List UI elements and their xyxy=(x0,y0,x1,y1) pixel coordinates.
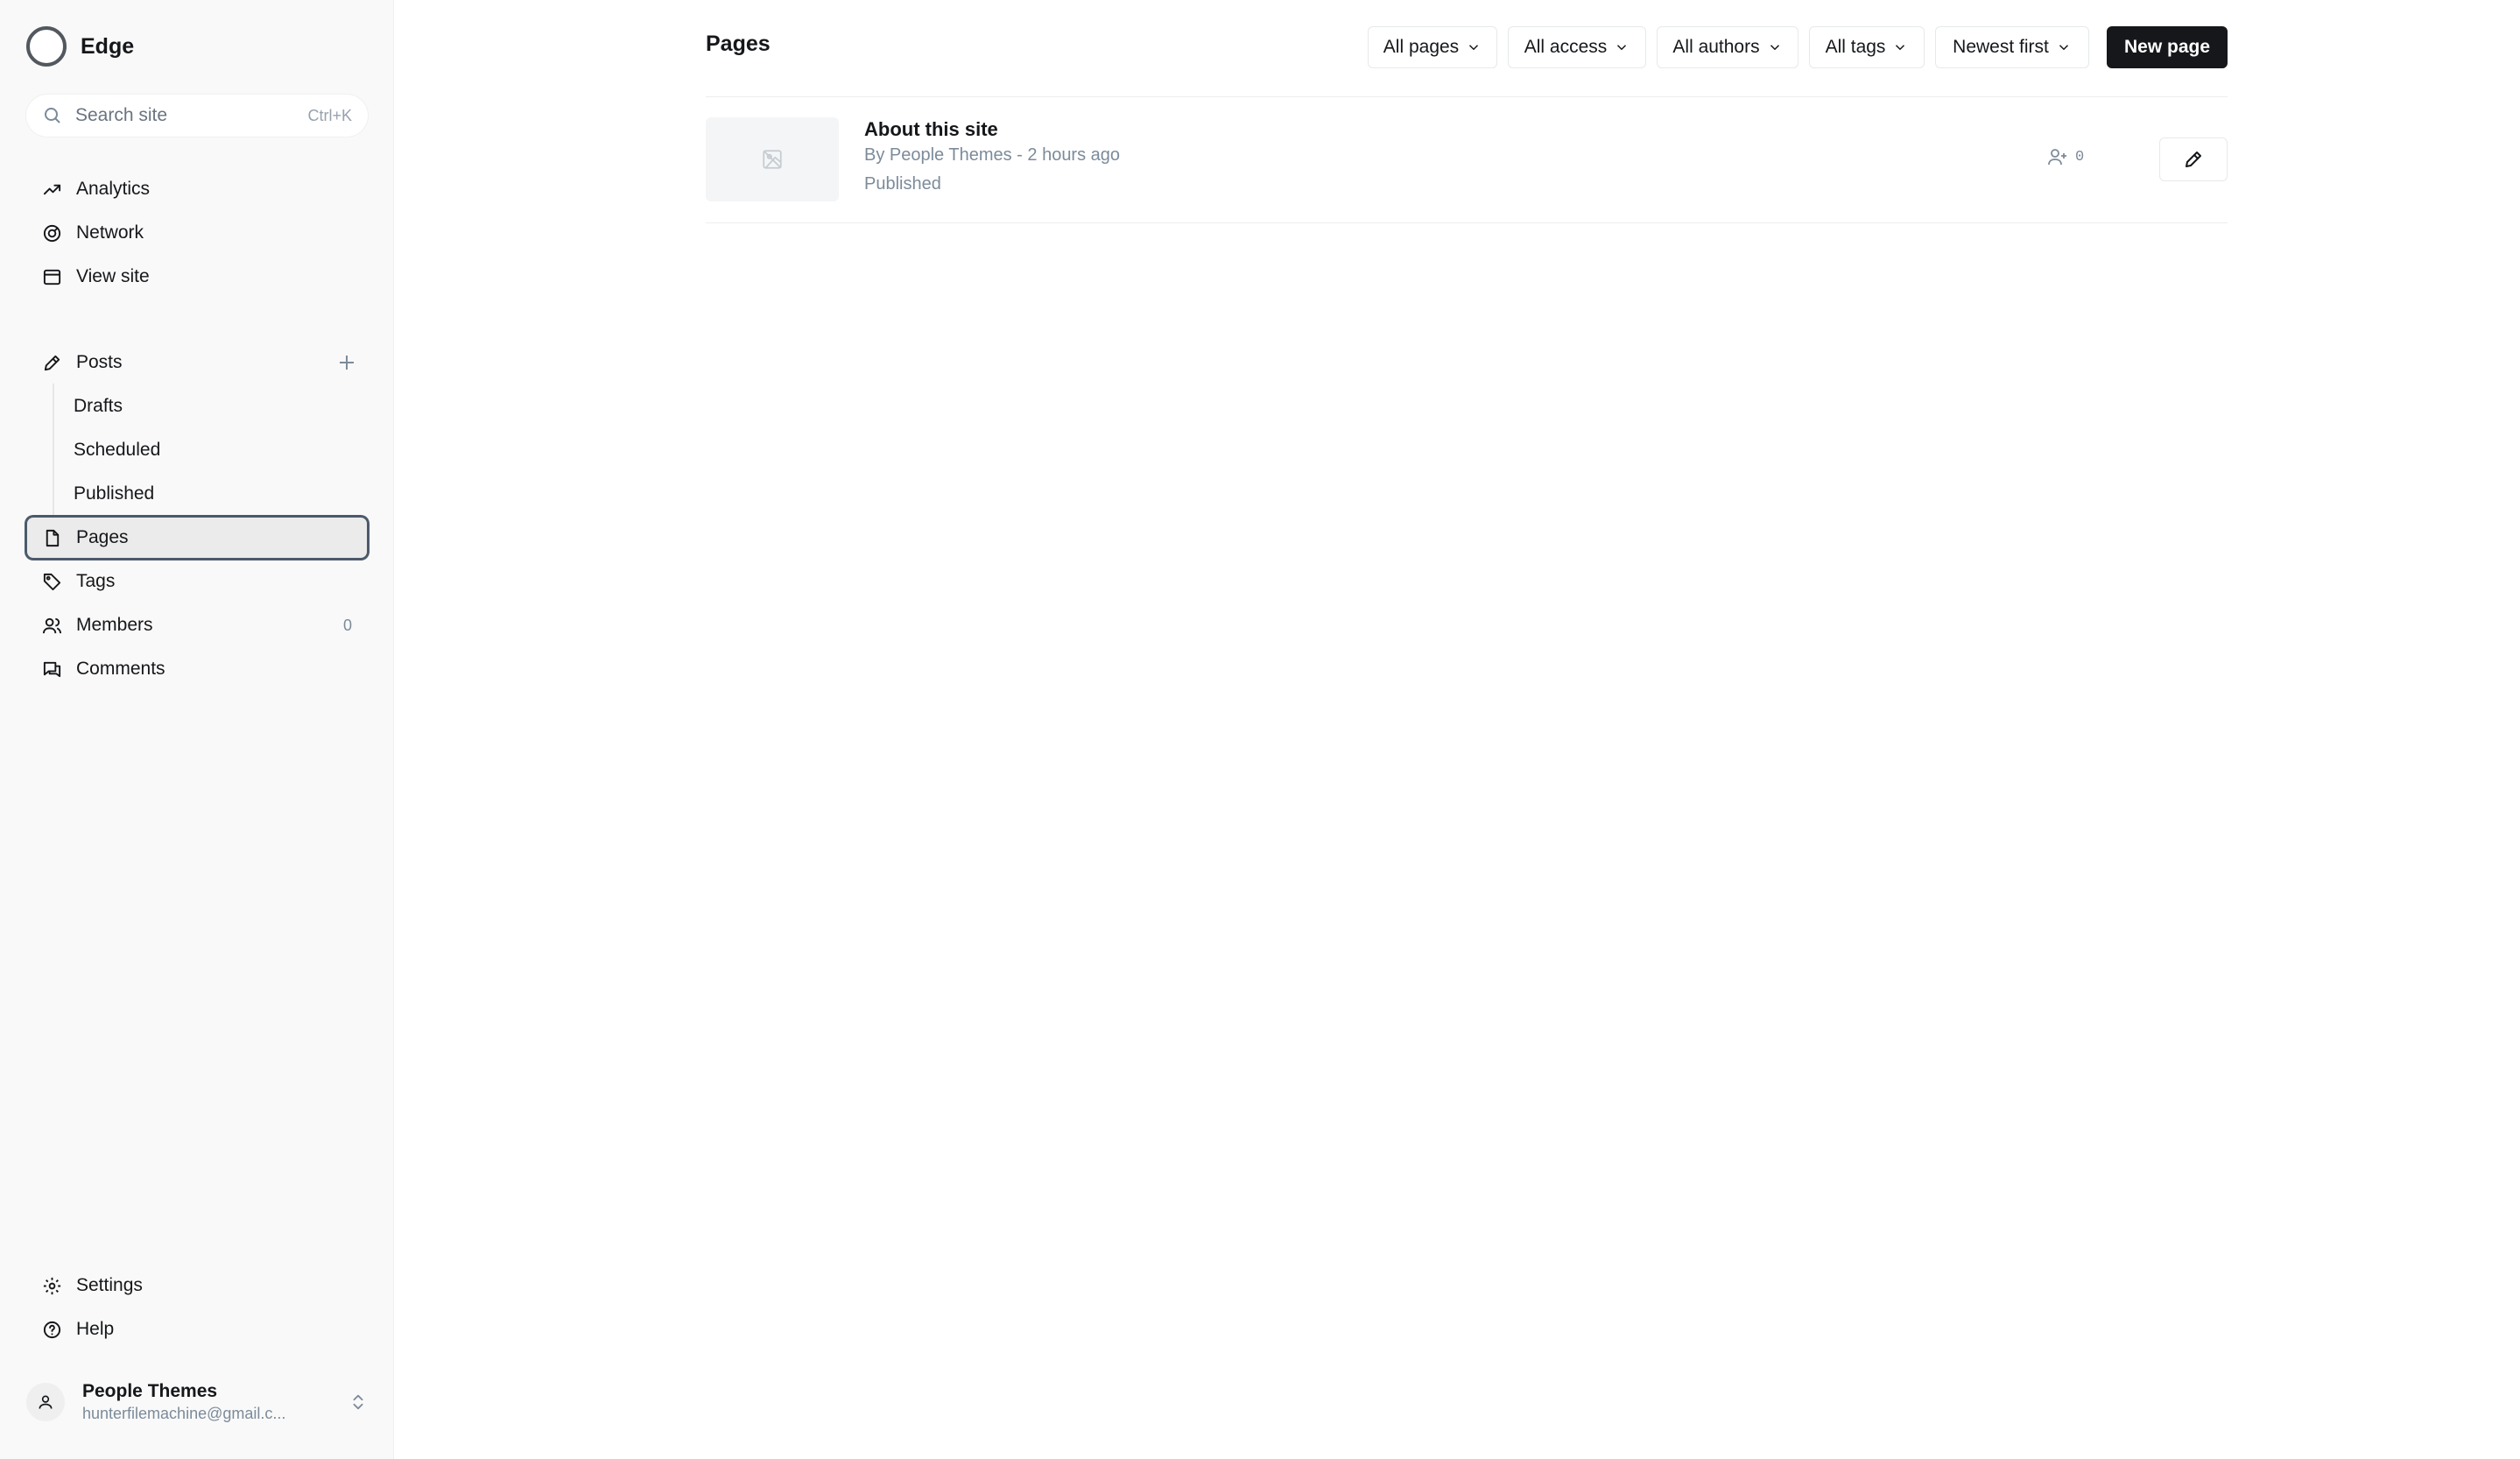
avatar xyxy=(26,1383,65,1421)
sidebar-item-analytics[interactable]: Analytics xyxy=(25,166,370,212)
network-icon xyxy=(42,223,62,243)
list-divider xyxy=(706,222,2228,223)
sidebar-item-label: Analytics xyxy=(76,179,151,199)
filter-tags-dropdown[interactable]: All tags xyxy=(1809,26,1925,68)
sidebar-item-label: Help xyxy=(76,1319,115,1339)
comments-icon xyxy=(42,659,62,680)
page-icon xyxy=(42,528,62,548)
members-count: 0 xyxy=(342,616,352,634)
sidebar-item-network[interactable]: Network xyxy=(25,210,370,256)
site-logo xyxy=(26,26,67,67)
chevron-up-down-icon xyxy=(348,1392,368,1412)
filter-label: All access xyxy=(1524,37,1608,57)
search-icon xyxy=(42,105,63,126)
search-input[interactable] xyxy=(75,105,308,126)
sidebar: Edge Ctrl+K Analytics Network View site … xyxy=(0,0,394,1459)
site-title: Edge xyxy=(81,33,135,59)
user-email: hunterfilemachine@gmail.c... xyxy=(82,1405,286,1422)
sidebar-item-label: Drafts xyxy=(74,396,123,416)
filter-authors-dropdown[interactable]: All authors xyxy=(1657,26,1798,68)
chevron-down-icon xyxy=(1466,39,1482,55)
members-count: 0 xyxy=(2075,148,2085,166)
pencil-icon xyxy=(42,353,62,373)
sidebar-item-label: Comments xyxy=(76,659,165,679)
sidebar-item-members[interactable]: Members 0 xyxy=(25,603,370,648)
page-title: Pages xyxy=(706,32,771,56)
filter-label: Newest first xyxy=(1953,37,2049,57)
sidebar-item-published[interactable]: Published xyxy=(25,471,370,517)
sidebar-item-label: Posts xyxy=(76,352,123,372)
sidebar-item-pages[interactable]: Pages xyxy=(25,515,370,560)
sidebar-item-label: Network xyxy=(76,222,144,243)
gear-icon xyxy=(42,1276,62,1296)
sidebar-item-drafts[interactable]: Drafts xyxy=(25,384,370,429)
sidebar-item-label: Pages xyxy=(76,527,129,547)
sidebar-item-label: View site xyxy=(76,266,150,286)
filter-access-dropdown[interactable]: All access xyxy=(1508,26,1646,68)
browser-window-icon xyxy=(42,267,62,287)
sidebar-item-settings[interactable]: Settings xyxy=(25,1263,370,1308)
sidebar-item-label: Published xyxy=(74,483,155,504)
page-item-meta: By People Themes - 2 hours ago xyxy=(864,145,1121,165)
trending-up-icon xyxy=(42,180,62,200)
sidebar-item-posts[interactable]: Posts xyxy=(25,340,370,385)
page-item-members: 0 xyxy=(2047,146,2084,167)
search-box[interactable]: Ctrl+K xyxy=(26,95,368,137)
site-brand[interactable]: Edge xyxy=(26,26,134,67)
chevron-down-icon xyxy=(1767,39,1783,55)
page-item-title[interactable]: About this site xyxy=(864,118,998,141)
sidebar-item-label: Members xyxy=(76,615,153,635)
chevron-down-icon xyxy=(2056,39,2072,55)
sidebar-item-view-site[interactable]: View site xyxy=(25,254,370,300)
filter-type-dropdown[interactable]: All pages xyxy=(1368,26,1497,68)
help-circle-icon xyxy=(42,1320,62,1340)
search-shortcut: Ctrl+K xyxy=(307,106,352,124)
sort-order-dropdown[interactable]: Newest first xyxy=(1935,26,2089,68)
sidebar-item-tags[interactable]: Tags xyxy=(25,559,370,604)
user-plus-icon xyxy=(2047,146,2068,167)
sidebar-item-label: Scheduled xyxy=(74,440,161,460)
sidebar-item-label: Tags xyxy=(76,571,116,591)
filter-label: All authors xyxy=(1672,37,1760,57)
image-icon xyxy=(763,150,782,169)
list-item[interactable]: About this site By People Themes - 2 hou… xyxy=(706,96,2228,222)
user-name: People Themes xyxy=(82,1381,218,1401)
sidebar-item-help[interactable]: Help xyxy=(25,1307,370,1352)
user-menu[interactable]: People Themes hunterfilemachine@gmail.c.… xyxy=(26,1373,368,1431)
feature-image-placeholder xyxy=(706,117,839,201)
add-post-icon[interactable] xyxy=(336,352,357,373)
sidebar-item-label: Settings xyxy=(76,1275,143,1295)
users-icon xyxy=(42,616,62,636)
pencil-icon xyxy=(2186,152,2201,167)
sidebar-item-comments[interactable]: Comments xyxy=(25,646,370,692)
filter-label: All tags xyxy=(1825,37,1886,57)
edit-page-button[interactable] xyxy=(2159,137,2228,181)
new-page-button[interactable]: New page xyxy=(2107,26,2228,68)
page-item-status: Published xyxy=(864,174,941,194)
chevron-down-icon xyxy=(1614,39,1630,55)
tag-icon xyxy=(42,572,62,592)
chevron-down-icon xyxy=(1892,39,1908,55)
sidebar-item-scheduled[interactable]: Scheduled xyxy=(25,427,370,473)
filter-label: All pages xyxy=(1383,37,1460,57)
